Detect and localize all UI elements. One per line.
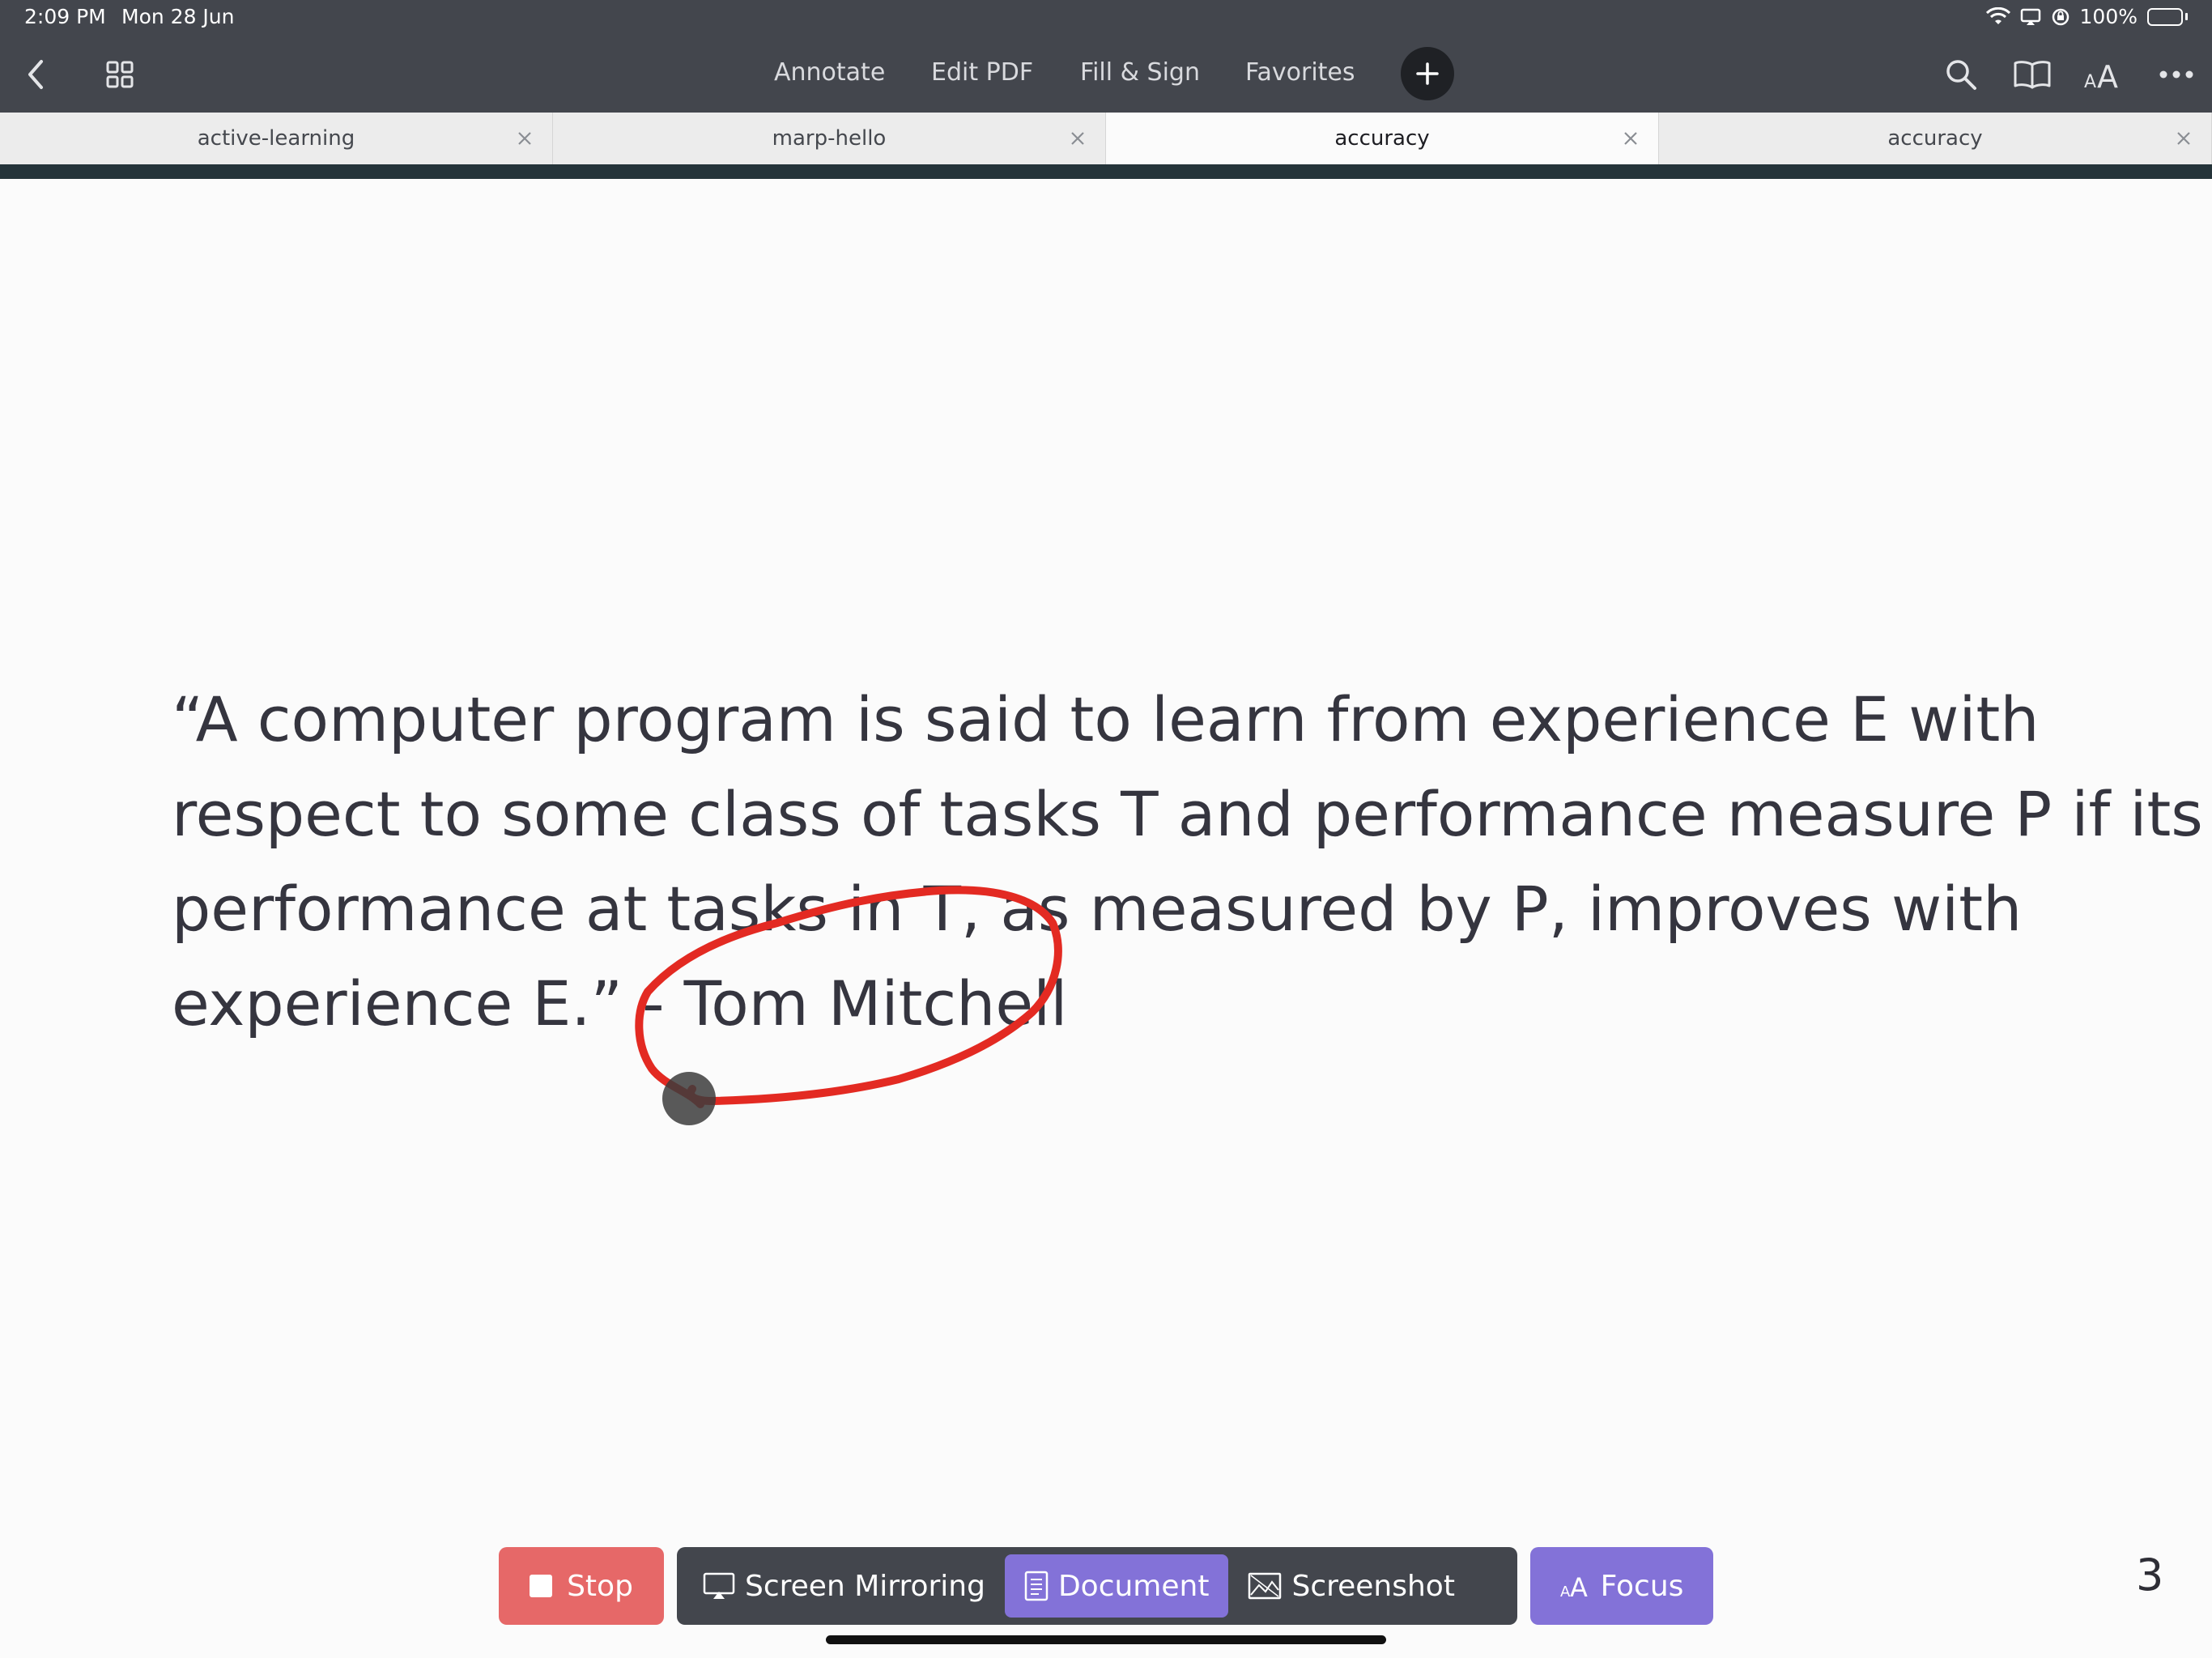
- screen-mirroring-icon: [703, 1572, 735, 1599]
- back-chevron-icon[interactable]: [13, 52, 58, 97]
- add-button[interactable]: [1401, 47, 1454, 100]
- grid-icon[interactable]: [97, 52, 143, 97]
- slide-quote: “A computer program is said to learn fro…: [172, 672, 2203, 1051]
- quote-line: performance at tasks in T, as measured b…: [172, 873, 2023, 945]
- app-screen: 2:09 PM Mon 28 Jun 100% Annotate Edit PD…: [0, 0, 2212, 1658]
- quote-line: “A computer program is said to learn fro…: [172, 683, 2040, 755]
- status-indicators: 100%: [1985, 5, 2188, 28]
- stop-button[interactable]: Stop: [499, 1547, 664, 1625]
- document-icon: [1024, 1571, 1049, 1601]
- menu-edit-pdf[interactable]: Edit PDF: [931, 58, 1033, 87]
- close-icon[interactable]: [1618, 125, 1644, 151]
- tab-marp-hello[interactable]: marp-hello: [553, 113, 1106, 164]
- more-icon[interactable]: [2154, 52, 2199, 97]
- tab-accuracy[interactable]: accuracy: [1659, 113, 2212, 164]
- slide-header-band: [0, 164, 2212, 179]
- status-date: Mon 28 Jun: [121, 5, 235, 28]
- text-size-icon: AA: [1560, 1572, 1588, 1600]
- tab-active-learning[interactable]: active-learning: [0, 113, 553, 164]
- screenshot-label: Screenshot: [1291, 1569, 1455, 1603]
- plus-icon: [1416, 62, 1439, 85]
- battery-charging-icon: [2147, 7, 2188, 26]
- tab-label: marp-hello: [772, 126, 887, 151]
- document-label: Document: [1057, 1569, 1210, 1603]
- quote-line: respect to some class of tasks T and per…: [172, 778, 2203, 850]
- screenshot-icon: [1249, 1572, 1282, 1600]
- status-time: 2:09 PM: [24, 5, 106, 28]
- tab-accuracy-active[interactable]: accuracy: [1106, 113, 1659, 164]
- close-icon[interactable]: [1065, 125, 1091, 151]
- screen-mirror-icon: [2020, 8, 2041, 26]
- tab-label: active-learning: [197, 126, 355, 151]
- svg-text:A: A: [1570, 1572, 1588, 1600]
- search-icon[interactable]: [1938, 52, 1984, 97]
- close-icon[interactable]: [2171, 125, 2197, 151]
- screen-mirroring-label: Screen Mirroring: [745, 1569, 985, 1603]
- svg-text:A: A: [2097, 59, 2118, 91]
- presentation-controls: Stop Screen Mirroring Document Screensho…: [499, 1547, 1713, 1625]
- laser-pointer: [662, 1072, 716, 1125]
- orientation-lock-icon: [2051, 7, 2070, 27]
- focus-button[interactable]: AA Focus: [1530, 1547, 1713, 1625]
- tab-label: accuracy: [1334, 126, 1430, 151]
- menu-fill-sign[interactable]: Fill & Sign: [1080, 58, 1200, 87]
- focus-label: Focus: [1600, 1569, 1684, 1603]
- svg-text:A: A: [2084, 72, 2096, 91]
- book-icon[interactable]: [2010, 52, 2055, 97]
- tab-label: accuracy: [1887, 126, 1983, 151]
- stop-label: Stop: [567, 1569, 633, 1603]
- menu-favorites[interactable]: Favorites: [1245, 58, 1355, 87]
- page-number: 3: [2136, 1550, 2164, 1601]
- close-icon[interactable]: [512, 125, 538, 151]
- stop-icon: [530, 1575, 553, 1597]
- screen-mirroring-button[interactable]: Screen Mirroring: [683, 1554, 1005, 1618]
- quote-line: experience E.” - Tom Mitchell: [172, 967, 1068, 1039]
- document-tabs: active-learning marp-hello accuracy accu…: [0, 113, 2212, 164]
- top-toolbar: 2:09 PM Mon 28 Jun 100% Annotate Edit PD…: [0, 0, 2212, 113]
- home-indicator[interactable]: [826, 1635, 1386, 1644]
- screenshot-button[interactable]: Screenshot: [1228, 1554, 1474, 1618]
- wifi-icon: [1985, 6, 2010, 27]
- text-size-icon[interactable]: AA: [2081, 52, 2126, 97]
- battery-percent: 100%: [2079, 5, 2138, 28]
- mode-segmented-control: Screen Mirroring Document Screenshot: [677, 1547, 1517, 1625]
- menu-annotate[interactable]: Annotate: [774, 58, 885, 87]
- document-button[interactable]: Document: [1004, 1554, 1229, 1618]
